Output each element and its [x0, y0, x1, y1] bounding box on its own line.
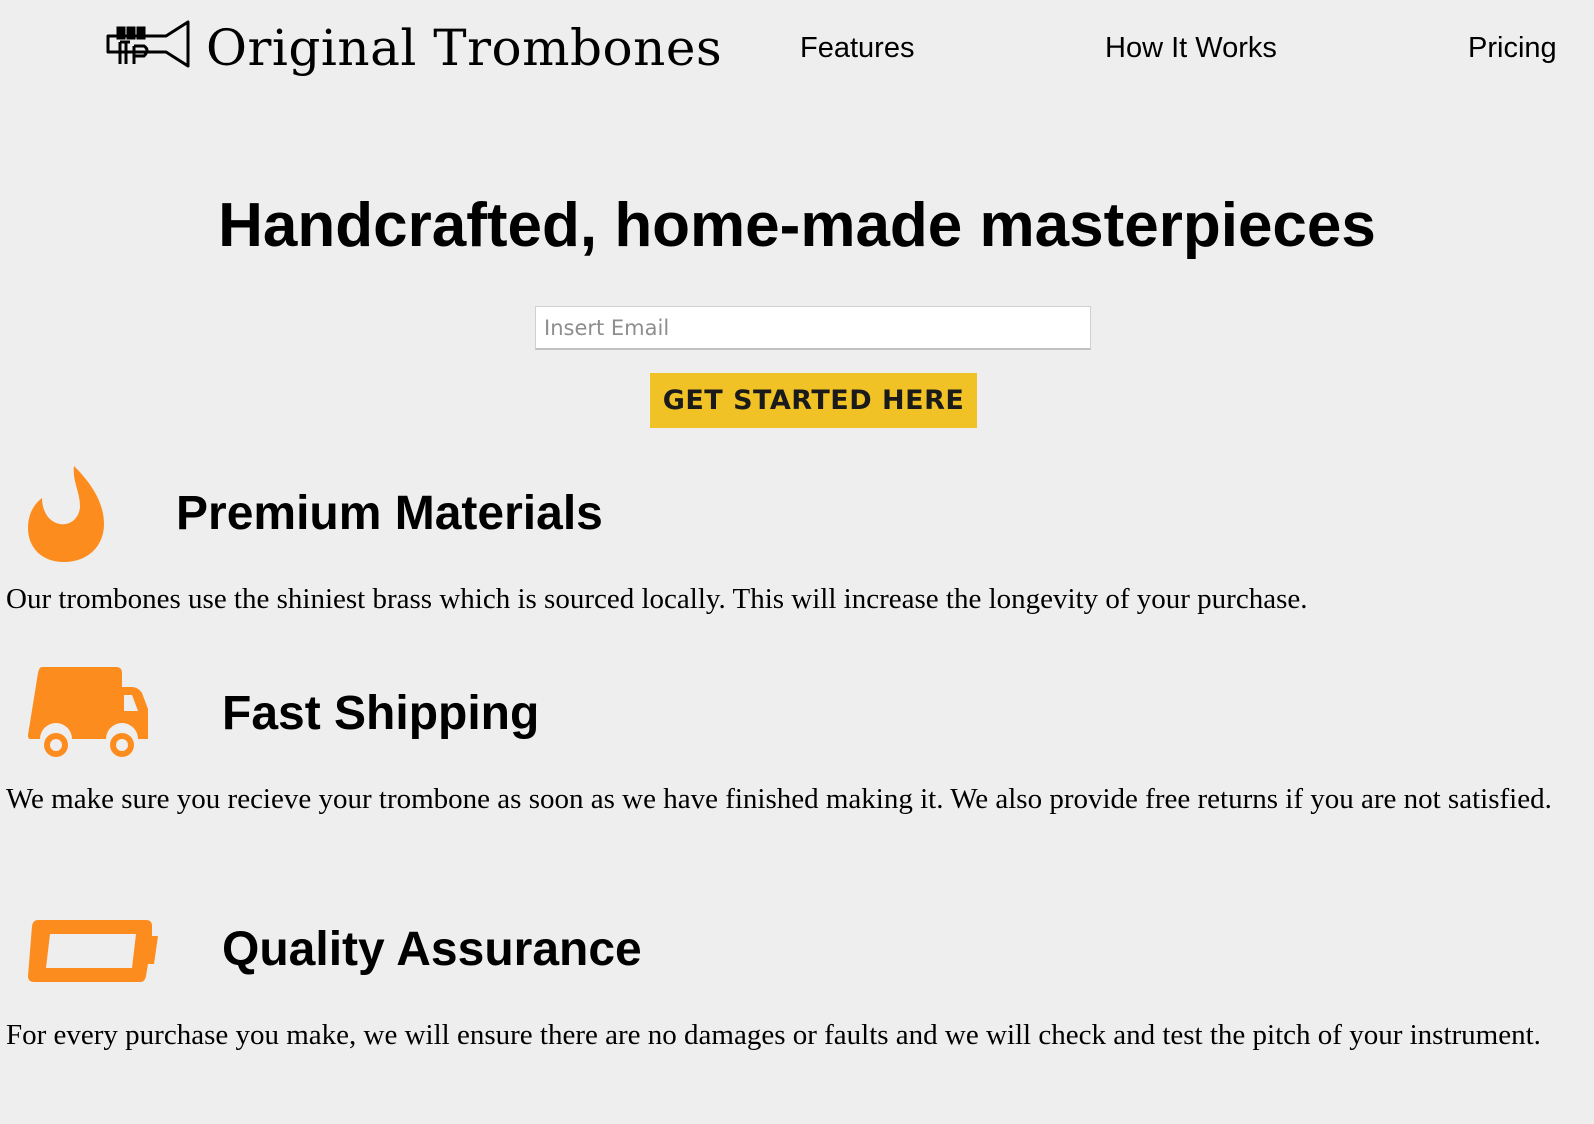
feature-title: Premium Materials [176, 487, 603, 540]
site-header: Original Trombones Features How It Works… [0, 0, 1594, 100]
email-input[interactable] [535, 306, 1091, 350]
nav-link-how-it-works[interactable]: How It Works [1105, 30, 1277, 66]
brand-logo[interactable]: Original Trombones [106, 18, 722, 77]
hero-title: Handcrafted, home-made masterpieces [218, 191, 1376, 260]
trumpet-logo-icon [106, 18, 192, 77]
feature-description: For every purchase you make, we will ens… [6, 1019, 1541, 1051]
brand-name: Original Trombones [206, 18, 723, 77]
nav-link-pricing[interactable]: Pricing [1468, 30, 1557, 66]
battery-icon [28, 920, 158, 987]
nav-link-features[interactable]: Features [800, 30, 914, 66]
feature-description: We make sure you recieve your trombone a… [6, 783, 1552, 815]
fire-icon [28, 466, 106, 567]
feature-description: Our trombones use the shiniest brass whi… [6, 583, 1308, 615]
truck-icon [28, 667, 150, 768]
feature-title: Quality Assurance [222, 923, 642, 976]
get-started-button[interactable]: GET STARTED HERE [650, 373, 977, 428]
feature-title: Fast Shipping [222, 687, 540, 740]
